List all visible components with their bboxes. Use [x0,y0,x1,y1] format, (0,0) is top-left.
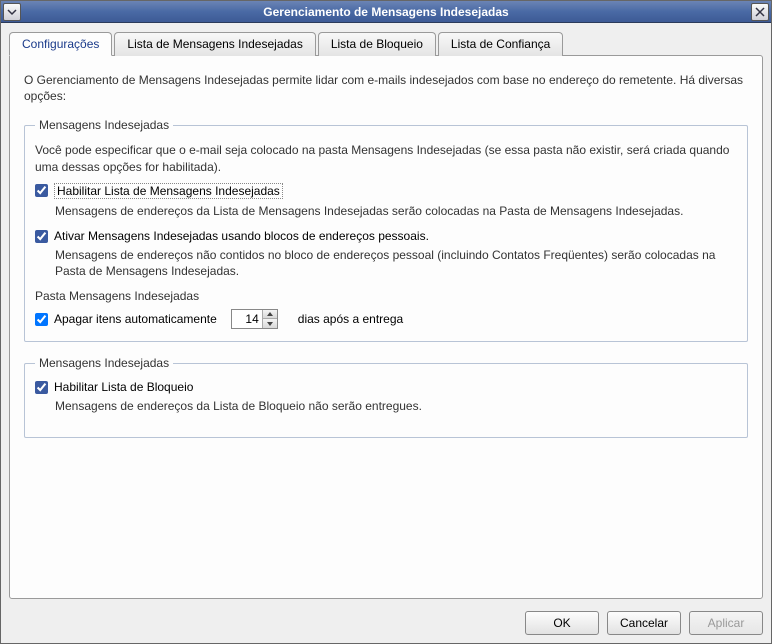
window-frame: Gerenciamento de Mensagens Indesejadas C… [0,0,772,644]
checkbox-ativar-blocos[interactable] [35,230,48,243]
tab-lista-bloqueio[interactable]: Lista de Bloqueio [318,32,436,56]
days-stepper [231,309,278,329]
tab-panel-configuracoes: O Gerenciamento de Mensagens Indesejadas… [9,55,763,599]
row-habilitar-lista-indesejadas: Habilitar Lista de Mensagens Indesejadas [35,183,737,199]
row-habilitar-bloqueio: Habilitar Lista de Bloqueio [35,380,737,394]
chevron-down-icon [7,7,17,17]
window-title: Gerenciamento de Mensagens Indesejadas [21,5,751,19]
window-menu-button[interactable] [3,3,21,21]
row-apagar-automaticamente: Apagar itens automaticamente dias após a… [35,309,737,329]
content-area: Configurações Lista de Mensagens Indesej… [1,23,771,603]
sub-habilitar-bloqueio: Mensagens de endereços da Lista de Bloqu… [55,398,737,414]
tab-configuracoes[interactable]: Configurações [9,32,112,56]
tab-bar: Configurações Lista de Mensagens Indesej… [9,31,763,55]
label-apagar-automaticamente: Apagar itens automaticamente [54,312,217,326]
label-ativar-blocos: Ativar Mensagens Indesejadas usando bloc… [54,229,429,243]
titlebar: Gerenciamento de Mensagens Indesejadas [1,1,771,23]
row-ativar-blocos: Ativar Mensagens Indesejadas usando bloc… [35,229,737,243]
chevron-up-icon [267,312,273,316]
close-icon [755,7,765,17]
checkbox-apagar-automaticamente[interactable] [35,313,48,326]
label-pasta-indesejadas: Pasta Mensagens Indesejadas [35,289,737,303]
label-habilitar-lista-indesejadas: Habilitar Lista de Mensagens Indesejadas [54,183,283,199]
tab-lista-indesejadas[interactable]: Lista de Mensagens Indesejadas [114,32,315,56]
intro-text: O Gerenciamento de Mensagens Indesejadas… [24,72,748,104]
days-input[interactable] [232,311,262,327]
group1-desc: Você pode especificar que o e-mail seja … [35,142,737,174]
apply-button[interactable]: Aplicar [689,611,763,635]
spin-up[interactable] [263,310,277,319]
label-days-suffix: dias após a entrega [298,312,403,326]
group-mensagens-indesejadas: Mensagens Indesejadas Você pode especifi… [24,118,748,342]
group-bloqueio: Mensagens Indesejadas Habilitar Lista de… [24,356,748,437]
button-bar: OK Cancelar Aplicar [1,603,771,643]
spin-buttons [262,310,277,328]
sub-habilitar-lista-indesejadas: Mensagens de endereços da Lista de Mensa… [55,203,737,219]
checkbox-habilitar-lista-indesejadas[interactable] [35,184,48,197]
chevron-down-icon [267,322,273,326]
close-button[interactable] [751,3,769,21]
label-habilitar-bloqueio: Habilitar Lista de Bloqueio [54,380,193,394]
group2-legend: Mensagens Indesejadas [35,356,173,370]
sub-ativar-blocos: Mensagens de endereços não contidos no b… [55,247,737,279]
cancel-button[interactable]: Cancelar [607,611,681,635]
ok-button[interactable]: OK [525,611,599,635]
checkbox-habilitar-bloqueio[interactable] [35,381,48,394]
group1-legend: Mensagens Indesejadas [35,118,173,132]
tab-lista-confianca[interactable]: Lista de Confiança [438,32,563,56]
spin-down[interactable] [263,319,277,328]
